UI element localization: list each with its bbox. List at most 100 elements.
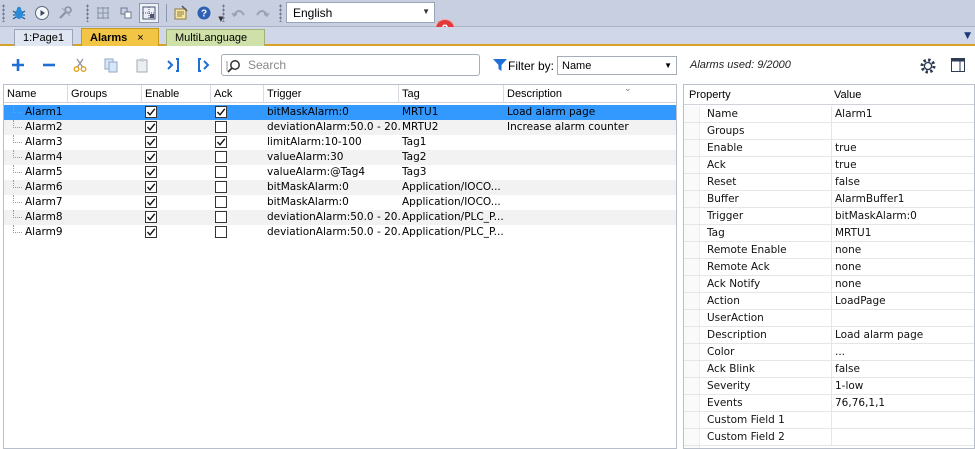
gear-icon[interactable] — [919, 57, 937, 75]
tab-multilanguage[interactable]: MultiLanguage — [166, 29, 265, 46]
table-row[interactable]: Alarm8 deviationAlarm:50.0 - 20.0 Applicat… — [4, 210, 676, 225]
ack-checkbox[interactable] — [215, 151, 227, 163]
panel-toggle-icon[interactable] — [950, 57, 966, 73]
tab-page1[interactable]: 1:Page1 — [14, 29, 73, 46]
property-row[interactable]: Custom Field 1 — [684, 412, 974, 429]
property-value[interactable]: AlarmBuffer1 — [831, 191, 971, 207]
property-row[interactable]: Color... — [684, 344, 974, 361]
column-header-enable[interactable]: Enable — [142, 85, 211, 103]
paste-icon[interactable] — [133, 56, 151, 74]
enable-checkbox[interactable] — [145, 106, 157, 118]
expand-icon[interactable] — [195, 56, 213, 74]
column-header-description[interactable]: Description — [504, 85, 676, 103]
column-header-tag[interactable]: Tag — [399, 85, 504, 103]
table-row[interactable]: Alarm5 valueAlarm:@Tag4 Tag3 — [4, 165, 676, 180]
remove-icon[interactable] — [40, 56, 58, 74]
property-value[interactable]: false — [831, 174, 971, 190]
property-value[interactable] — [831, 429, 971, 445]
add-icon[interactable] — [9, 56, 27, 74]
enable-checkbox[interactable] — [145, 166, 157, 178]
property-row[interactable]: Reset false — [684, 174, 974, 191]
enable-checkbox[interactable] — [145, 151, 157, 163]
tab-alarms[interactable]: Alarms × — [81, 28, 159, 47]
align-icon[interactable] — [116, 3, 136, 23]
bug-icon[interactable] — [9, 3, 29, 23]
property-row[interactable]: Ack Blink false — [684, 361, 974, 378]
ack-checkbox[interactable] — [215, 211, 227, 223]
filter-select[interactable]: Name ▼ — [557, 56, 677, 75]
toolbar-grip[interactable] — [222, 4, 225, 22]
ack-checkbox[interactable] — [215, 136, 227, 148]
toolbar-grip[interactable] — [86, 4, 89, 22]
redo-icon[interactable] — [252, 3, 272, 23]
property-value[interactable] — [831, 123, 971, 139]
column-header-name[interactable]: Name — [4, 85, 68, 103]
properties-icon[interactable] — [171, 3, 191, 23]
ack-checkbox[interactable] — [215, 106, 227, 118]
property-row[interactable]: Trigger bitMaskAlarm:0 — [684, 208, 974, 225]
collapse-icon[interactable] — [164, 56, 182, 74]
property-value[interactable]: false — [831, 361, 971, 377]
toolbar-grip[interactable] — [279, 4, 282, 22]
property-row[interactable]: Tag MRTU1 — [684, 225, 974, 242]
property-value[interactable]: none — [831, 259, 971, 275]
property-value[interactable]: none — [831, 276, 971, 292]
property-row[interactable]: Action LoadPage — [684, 293, 974, 310]
enable-checkbox[interactable] — [145, 211, 157, 223]
ack-checkbox[interactable] — [215, 166, 227, 178]
ack-checkbox[interactable] — [215, 226, 227, 238]
property-value[interactable]: 76,76,1,1 — [831, 395, 971, 411]
play-icon[interactable] — [32, 3, 52, 23]
property-value[interactable]: Load alarm page — [831, 327, 971, 343]
table-row[interactable]: Alarm7 bitMaskAlarm:0 Application/IOCO... — [4, 195, 676, 210]
property-row[interactable]: Buffer AlarmBuffer1 — [684, 191, 974, 208]
ack-checkbox[interactable] — [215, 121, 227, 133]
property-value[interactable]: none — [831, 242, 971, 258]
grid-select-icon[interactable] — [139, 3, 159, 23]
toolbar-grip[interactable] — [2, 4, 5, 22]
column-header-ack[interactable]: Ack — [211, 85, 264, 103]
table-row[interactable]: Alarm3 limitAlarm:10-100 Tag1 — [4, 135, 676, 150]
filter-icon[interactable] — [492, 57, 508, 73]
enable-checkbox[interactable] — [145, 226, 157, 238]
help-icon[interactable]: ? — [194, 3, 214, 23]
property-row[interactable]: Ack Notify none — [684, 276, 974, 293]
property-row[interactable]: Remote Ack none — [684, 259, 974, 276]
table-row[interactable]: Alarm1 bitMaskAlarm:0 MRTU1 Load alarm page — [4, 105, 676, 120]
ack-checkbox[interactable] — [215, 181, 227, 193]
property-value[interactable] — [831, 412, 971, 428]
property-value[interactable]: true — [831, 140, 971, 156]
property-row[interactable]: Custom Field 2 — [684, 429, 974, 446]
table-row[interactable]: Alarm2 deviationAlarm:50.0 - 20.0 MRTU2 Inc… — [4, 120, 676, 135]
property-row[interactable]: Groups — [684, 123, 974, 140]
property-value[interactable]: ... — [831, 344, 971, 360]
chevron-down-icon[interactable]: ▼ — [964, 31, 971, 41]
language-select[interactable]: English ▼ — [286, 2, 435, 23]
enable-checkbox[interactable] — [145, 181, 157, 193]
property-row[interactable]: Name Alarm1 — [684, 106, 974, 123]
grid-icon[interactable] — [93, 3, 113, 23]
copy-icon[interactable] — [102, 56, 120, 74]
property-row[interactable]: Remote Enable none — [684, 242, 974, 259]
property-row[interactable]: Description Load alarm page — [684, 327, 974, 344]
column-header-groups[interactable]: Groups — [68, 85, 142, 103]
property-row[interactable]: Severity 1-low — [684, 378, 974, 395]
table-row[interactable]: Alarm6 bitMaskAlarm:0 Application/IOCO... — [4, 180, 676, 195]
property-value[interactable]: LoadPage — [831, 293, 971, 309]
property-value[interactable]: Alarm1 — [831, 106, 971, 122]
enable-checkbox[interactable] — [145, 136, 157, 148]
enable-checkbox[interactable] — [145, 196, 157, 208]
table-row[interactable]: Alarm9 deviationAlarm:50.0 - 20.0 Applicat… — [4, 225, 676, 240]
table-row[interactable]: Alarm4 valueAlarm:30 Tag2 — [4, 150, 676, 165]
property-value[interactable]: true — [831, 157, 971, 173]
close-icon[interactable]: × — [137, 32, 143, 44]
search-input[interactable]: Search — [221, 54, 480, 76]
column-header-trigger[interactable]: Trigger — [264, 85, 399, 103]
property-value[interactable]: bitMaskAlarm:0 — [831, 208, 971, 224]
wrench-icon[interactable] — [55, 3, 75, 23]
undo-icon[interactable] — [229, 3, 249, 23]
enable-checkbox[interactable] — [145, 121, 157, 133]
property-value[interactable]: MRTU1 — [831, 225, 971, 241]
cut-icon[interactable] — [71, 56, 89, 74]
property-row[interactable]: Enable true — [684, 140, 974, 157]
